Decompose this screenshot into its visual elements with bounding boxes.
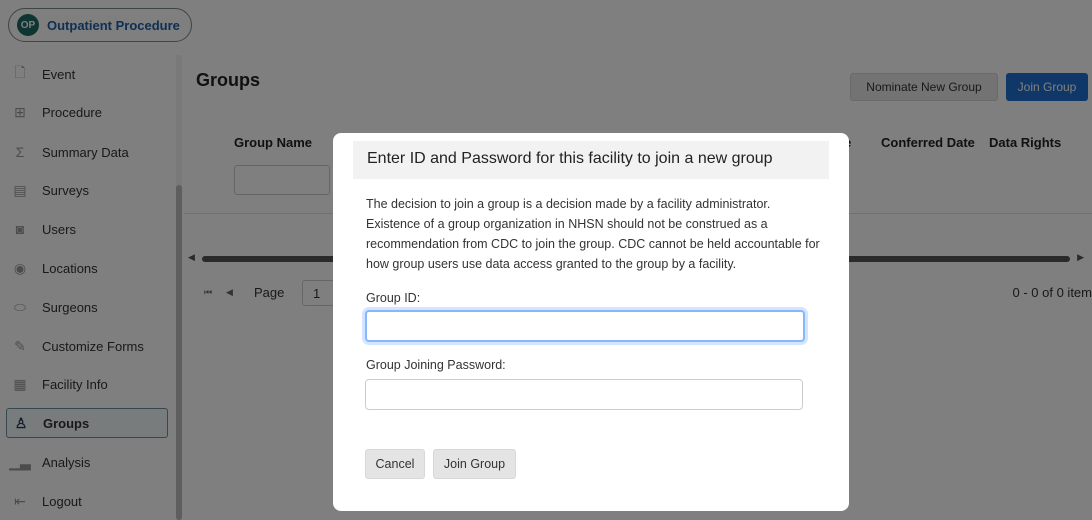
cancel-button[interactable]: Cancel bbox=[365, 449, 425, 479]
dialog-title: Enter ID and Password for this facility … bbox=[353, 141, 829, 179]
group-id-input[interactable] bbox=[365, 310, 805, 342]
dialog-description: The decision to join a group is a decisi… bbox=[366, 197, 820, 271]
dialog-join-group-button[interactable]: Join Group bbox=[433, 449, 516, 479]
join-group-dialog: Enter ID and Password for this facility … bbox=[333, 133, 849, 511]
group-password-label: Group Joining Password: bbox=[366, 358, 506, 372]
group-id-label: Group ID: bbox=[366, 291, 421, 305]
group-password-input[interactable] bbox=[365, 379, 803, 410]
